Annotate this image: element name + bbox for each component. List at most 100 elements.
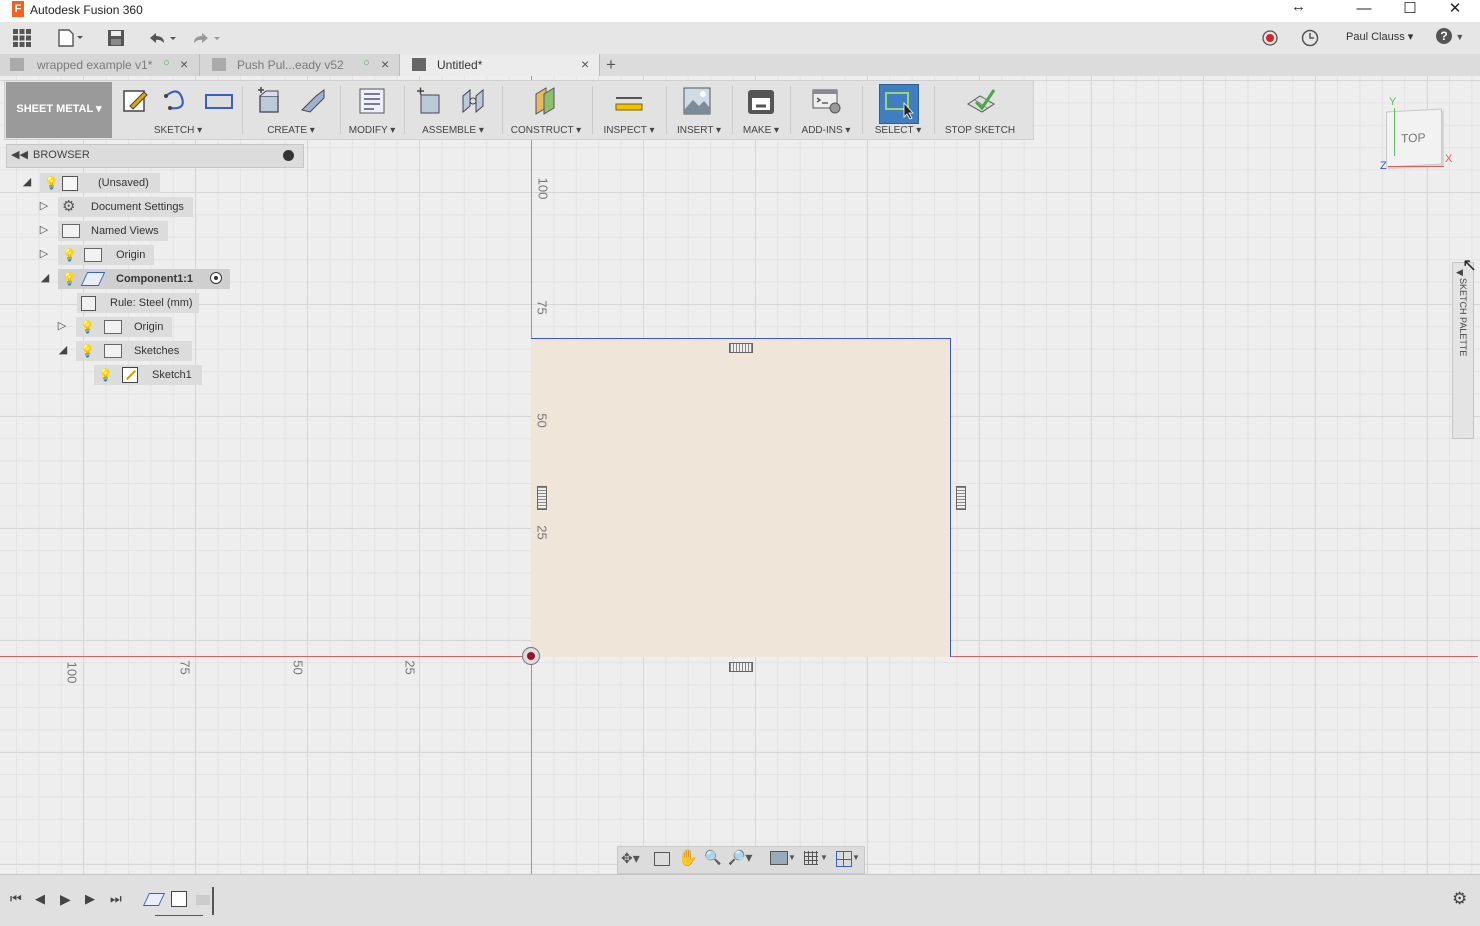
zoom-window-icon[interactable]: 🔎▾ xyxy=(728,849,752,866)
offset-plane-icon[interactable] xyxy=(530,86,560,116)
modify-group[interactable]: MODIFY ▾ xyxy=(344,82,400,138)
tree-node-component[interactable]: 💡 Component1:1 xyxy=(58,269,230,289)
sheet-metal-rules-icon[interactable] xyxy=(357,86,387,116)
browser-panel-header[interactable]: ◀◀ BROWSER xyxy=(6,144,304,168)
step-forward-icon[interactable]: ▶ xyxy=(85,891,95,907)
job-status-clock-icon[interactable] xyxy=(1296,24,1324,52)
close-tab-icon[interactable]: × xyxy=(381,56,389,72)
maximize-button[interactable]: ☐ xyxy=(1387,0,1433,22)
toolbar-separator xyxy=(790,86,791,134)
tree-node-sketch1[interactable]: 💡 Sketch1 xyxy=(94,365,202,385)
select-cursor-icon xyxy=(885,92,914,120)
horizontal-constraint-icon[interactable] xyxy=(729,343,753,353)
make-group[interactable]: MAKE ▾ xyxy=(736,82,786,138)
tree-node-origin[interactable]: 💡 Origin xyxy=(58,245,154,265)
vertical-constraint-icon[interactable] xyxy=(537,486,547,510)
play-icon[interactable]: ▶ xyxy=(60,891,71,908)
tree-expander-open[interactable]: ◢ xyxy=(21,176,33,188)
document-tab-active[interactable]: Untitled* × xyxy=(400,54,600,76)
vertical-constraint-icon[interactable] xyxy=(956,486,966,510)
save-icon[interactable] xyxy=(102,24,130,52)
tree-expander-open[interactable]: ◢ xyxy=(57,344,69,356)
grid-settings-icon[interactable] xyxy=(804,851,818,865)
tree-expander-open[interactable]: ◢ xyxy=(39,272,51,284)
insert-group[interactable]: INSERT ▾ xyxy=(670,82,728,138)
visibility-bulb-off-icon[interactable]: 💡 xyxy=(80,320,95,334)
tree-node-named-views[interactable]: Named Views xyxy=(58,221,168,241)
create-group[interactable]: CREATE ▾ xyxy=(246,82,336,138)
create-flange-icon[interactable] xyxy=(254,86,284,116)
insert-image-icon[interactable] xyxy=(682,86,712,116)
stop-sketch-group[interactable]: STOP SKETCH xyxy=(938,82,1022,138)
redo-icon[interactable] xyxy=(188,24,224,52)
user-menu[interactable]: Paul Clauss ▾ xyxy=(1346,30,1413,43)
minimize-button[interactable]: — xyxy=(1341,0,1387,22)
line-arc-icon[interactable] xyxy=(162,86,192,116)
construct-group[interactable]: CONSTRUCT ▾ xyxy=(506,82,586,138)
visibility-bulb-icon[interactable]: 💡 xyxy=(98,368,113,382)
select-tool-active[interactable] xyxy=(879,84,919,124)
new-tab-plus-icon[interactable]: + xyxy=(606,55,616,75)
visibility-bulb-off-icon[interactable]: 💡 xyxy=(62,248,77,262)
construct-group-label: CONSTRUCT ▾ xyxy=(510,125,582,136)
tree-expander-closed[interactable]: ▷ xyxy=(38,200,50,212)
inspect-group[interactable]: INSPECT ▾ xyxy=(596,82,662,138)
tree-expander-closed[interactable]: ▷ xyxy=(38,248,50,260)
select-group[interactable]: SELECT ▾ xyxy=(866,82,930,138)
timeline-sheet-metal-rule-item[interactable] xyxy=(142,893,166,906)
activate-component-radio-icon[interactable] xyxy=(210,272,222,284)
tree-node-root[interactable]: 💡 (Unsaved) xyxy=(40,173,160,193)
visibility-bulb-icon[interactable]: 💡 xyxy=(62,272,77,286)
timeline-marker[interactable] xyxy=(212,887,214,915)
document-tab[interactable]: Push Pul...eady v52 ○ × xyxy=(200,54,400,76)
undo-icon[interactable] xyxy=(144,24,180,52)
origin-point[interactable] xyxy=(522,647,540,665)
go-to-start-icon[interactable]: ⏮ xyxy=(10,891,22,907)
tree-node-document-settings[interactable]: ⚙ Document Settings xyxy=(58,197,193,217)
3d-print-icon[interactable] xyxy=(746,86,776,116)
rectangle-icon[interactable] xyxy=(204,86,234,116)
data-panel-grid-icon[interactable] xyxy=(8,24,36,52)
tree-node-rule[interactable]: Rule: Steel (mm) xyxy=(77,293,199,313)
joint-icon[interactable] xyxy=(458,86,488,116)
scripts-addins-icon[interactable] xyxy=(811,86,841,116)
add-ins-group[interactable]: ADD-INS ▾ xyxy=(794,82,858,138)
close-tab-icon[interactable]: × xyxy=(581,56,589,72)
timeline-sketch-item[interactable] xyxy=(171,891,187,907)
timeline-feature-item[interactable] xyxy=(196,895,210,905)
look-at-icon[interactable] xyxy=(654,852,670,866)
record-icon[interactable] xyxy=(1256,24,1284,52)
go-to-end-icon[interactable]: ⏭ xyxy=(110,891,122,907)
orbit-icon[interactable]: ✥▾ xyxy=(621,850,640,867)
display-settings-icon[interactable] xyxy=(770,851,788,865)
assemble-group[interactable]: ASSEMBLE ▾ xyxy=(408,82,498,138)
tree-node-sketches[interactable]: 💡 Sketches xyxy=(76,341,192,361)
pan-hand-icon[interactable]: ✋ xyxy=(678,848,698,868)
file-menu-icon[interactable] xyxy=(54,24,88,52)
tree-expander-closed[interactable]: ▷ xyxy=(38,224,50,236)
help-menu[interactable]: ? ▼ xyxy=(1436,28,1466,48)
create-sketch-icon[interactable] xyxy=(120,86,150,116)
workspace-switcher[interactable]: SHEET METAL ▾ xyxy=(6,82,112,138)
close-window-button[interactable]: ✕ xyxy=(1432,0,1478,22)
browser-pin-icon[interactable] xyxy=(283,150,294,161)
zoom-icon[interactable]: 🔍 xyxy=(704,849,721,866)
close-tab-icon[interactable]: × xyxy=(180,56,188,72)
measure-icon[interactable] xyxy=(614,86,644,116)
viewports-icon[interactable] xyxy=(836,851,852,867)
timeline-settings-gear-icon[interactable]: ⚙ xyxy=(1452,889,1467,909)
sketch-palette-tab[interactable]: ◀ SKETCH PALETTE xyxy=(1452,262,1474,439)
new-component-icon[interactable] xyxy=(414,86,444,116)
visibility-bulb-icon[interactable]: 💡 xyxy=(44,176,59,190)
sketch-group[interactable]: SKETCH ▾ xyxy=(118,82,238,138)
collapse-browser-icon[interactable]: ◀◀ xyxy=(11,148,28,161)
step-back-icon[interactable]: ◀ xyxy=(35,891,45,907)
document-tab[interactable]: wrapped example v1* ○ × xyxy=(0,54,200,76)
horizontal-constraint-icon[interactable] xyxy=(729,662,753,672)
tree-node-origin[interactable]: 💡 Origin xyxy=(76,317,172,337)
sketch-rectangle-profile[interactable] xyxy=(531,338,951,657)
stop-sketch-icon[interactable] xyxy=(966,86,996,116)
tree-expander-closed[interactable]: ▷ xyxy=(56,320,68,332)
visibility-bulb-icon[interactable]: 💡 xyxy=(80,344,95,358)
flange-icon[interactable] xyxy=(298,86,328,116)
